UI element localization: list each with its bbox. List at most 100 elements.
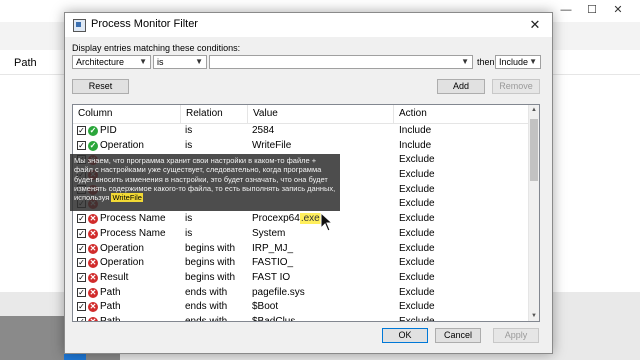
column-select[interactable]: Architecture ▼ xyxy=(72,55,151,69)
mouse-cursor-icon xyxy=(320,212,334,232)
row-relation: ends with xyxy=(185,315,228,322)
check-circle-icon: ✓ xyxy=(88,126,98,136)
chevron-down-icon: ▼ xyxy=(195,57,203,66)
action-select[interactable]: Include ▼ xyxy=(495,55,541,69)
table-row[interactable]: ✓ ✕ Result begins with FAST IO Exclude xyxy=(73,271,529,286)
value-combobox[interactable]: ▼ xyxy=(209,55,473,69)
filter-list[interactable]: Column Relation Value Action ✓ ✓ PID is 2584… xyxy=(72,104,540,322)
close-window-icon[interactable]: ✕ xyxy=(612,4,624,16)
x-circle-icon: ✕ xyxy=(88,228,98,239)
x-circle-icon: ✕ xyxy=(88,316,98,321)
table-row[interactable]: ✓ ✕ Process Name is Procexp64.exe Exclude xyxy=(73,212,529,227)
list-scrollbar[interactable]: ▲ ▼ xyxy=(528,105,539,321)
relation-select[interactable]: is ▼ xyxy=(153,55,207,69)
row-checkbox[interactable]: ✓ xyxy=(77,302,86,312)
table-row[interactable]: ✓ ✕ Path ends with $Boot Exclude xyxy=(73,300,529,315)
background-path-column[interactable]: Path xyxy=(14,57,37,69)
x-circle-icon: ✕ xyxy=(88,258,98,269)
table-row[interactable]: ✓ ✕ Path ends with $BadClus Exclude xyxy=(73,315,529,322)
scroll-up-icon[interactable]: ▲ xyxy=(529,105,539,115)
dialog-title: Process Monitor Filter xyxy=(91,18,198,30)
row-action: Exclude xyxy=(399,242,435,254)
relation-select-value: is xyxy=(157,57,164,67)
scroll-down-icon[interactable]: ▼ xyxy=(529,311,539,321)
row-column: Path xyxy=(100,301,121,313)
row-column: Path xyxy=(100,315,121,322)
ok-button[interactable]: OK xyxy=(382,328,428,343)
chevron-down-icon: ▼ xyxy=(461,57,469,66)
table-row[interactable]: ✓ ✕ Process Name is System Exclude xyxy=(73,227,529,242)
row-column: Operation xyxy=(100,257,144,269)
cancel-button[interactable]: Cancel xyxy=(435,328,481,343)
row-relation: is xyxy=(185,139,193,151)
row-value: $BadClus xyxy=(252,315,296,322)
row-checkbox[interactable]: ✓ xyxy=(77,243,86,253)
column-select-value: Architecture xyxy=(76,57,125,67)
scroll-thumb[interactable] xyxy=(530,119,538,181)
row-column: PID xyxy=(100,125,117,136)
row-action: Exclude xyxy=(399,198,435,210)
row-action: Exclude xyxy=(399,257,435,269)
row-relation: begins with xyxy=(185,257,236,269)
x-circle-icon: ✕ xyxy=(88,287,98,298)
x-circle-icon: ✕ xyxy=(88,214,98,225)
row-column: Operation xyxy=(100,242,144,254)
row-value: System xyxy=(252,227,286,239)
row-action: Exclude xyxy=(399,169,435,181)
conditions-label: Display entries matching these condition… xyxy=(72,43,241,53)
chevron-down-icon: ▼ xyxy=(139,57,147,66)
header-column[interactable]: Column xyxy=(73,105,181,123)
row-checkbox[interactable]: ✓ xyxy=(77,140,86,150)
row-checkbox[interactable]: ✓ xyxy=(77,272,86,282)
row-value: WriteFile xyxy=(252,139,292,151)
row-relation: begins with xyxy=(185,242,236,254)
row-checkbox[interactable]: ✓ xyxy=(77,316,86,321)
row-column: Result xyxy=(100,271,129,283)
list-header: Column Relation Value Action xyxy=(73,105,539,124)
add-button[interactable]: Add xyxy=(437,79,485,94)
close-icon[interactable]: ✕ xyxy=(518,13,552,37)
app-icon xyxy=(73,19,86,32)
row-value: pagefile.sys xyxy=(252,286,305,298)
row-checkbox[interactable]: ✓ xyxy=(77,287,86,297)
tooltip-highlight: WriteFile xyxy=(111,193,143,203)
row-value: Procexp64.exe xyxy=(252,213,321,225)
row-checkbox[interactable]: ✓ xyxy=(77,214,86,224)
table-row[interactable]: ✓ ✕ Path ends with pagefile.sys Exclude xyxy=(73,286,529,301)
row-action: Include xyxy=(399,139,432,151)
row-value: $Boot xyxy=(252,301,279,313)
row-action: Exclude xyxy=(399,227,435,239)
row-value: 2584 xyxy=(252,125,275,136)
row-checkbox[interactable]: ✓ xyxy=(77,228,86,238)
minimize-icon[interactable]: — xyxy=(560,4,572,16)
row-action: Exclude xyxy=(399,301,435,313)
row-checkbox[interactable]: ✓ xyxy=(77,258,86,268)
table-row[interactable]: ✓ ✕ Operation begins with IRP_MJ_ Exclude xyxy=(73,242,529,257)
row-relation: is xyxy=(185,227,193,239)
table-row[interactable]: ✓ ✓ Operation is WriteFile Include xyxy=(73,139,529,154)
row-action: Include xyxy=(399,125,432,136)
row-relation: is xyxy=(185,125,193,136)
reset-button[interactable]: Reset xyxy=(72,79,129,94)
row-action: Exclude xyxy=(399,213,435,225)
row-column: Operation xyxy=(100,139,144,151)
x-circle-icon: ✕ xyxy=(88,302,98,313)
action-select-value: Include xyxy=(499,57,529,67)
header-value[interactable]: Value xyxy=(248,105,394,123)
remove-button[interactable]: Remove xyxy=(492,79,540,94)
apply-button[interactable]: Apply xyxy=(493,328,539,343)
row-relation: ends with xyxy=(185,301,228,313)
maximize-icon[interactable]: ☐ xyxy=(586,4,598,16)
row-value: FASTIO_ xyxy=(252,257,294,269)
row-column: Path xyxy=(100,286,121,298)
row-column: Process Name xyxy=(100,227,166,239)
table-row[interactable]: ✓ ✓ PID is 2584 Include xyxy=(73,124,529,139)
header-relation[interactable]: Relation xyxy=(181,105,248,123)
x-circle-icon: ✕ xyxy=(88,272,98,283)
row-checkbox[interactable]: ✓ xyxy=(77,126,86,135)
header-action[interactable]: Action xyxy=(394,105,530,123)
chevron-down-icon: ▼ xyxy=(529,57,537,66)
row-action: Exclude xyxy=(399,183,435,195)
table-row[interactable]: ✓ ✕ Operation begins with FASTIO_ Exclude xyxy=(73,256,529,271)
row-relation: ends with xyxy=(185,286,228,298)
